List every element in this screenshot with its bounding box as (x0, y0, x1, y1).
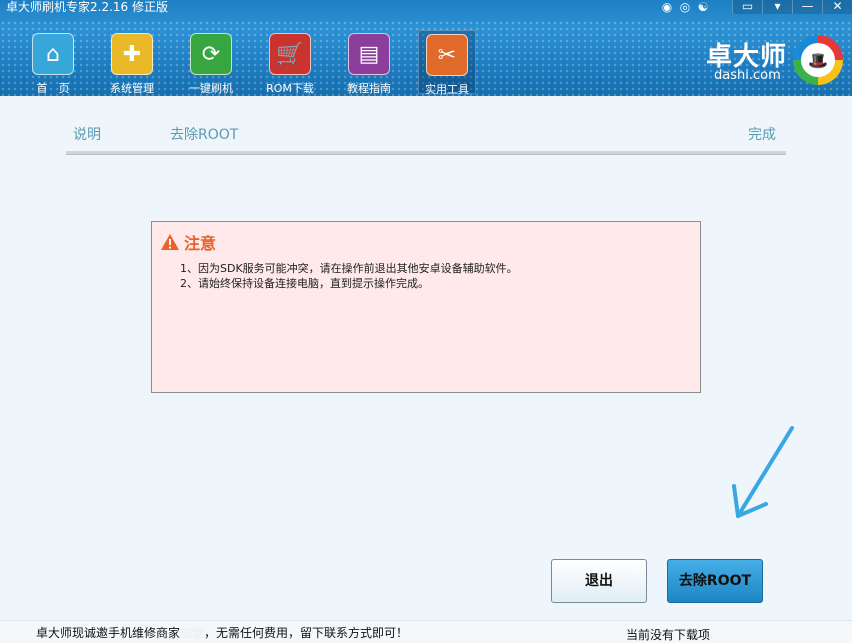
home-icon: ⌂ (32, 33, 74, 75)
nav-item-flash[interactable]: ⟳ 一键刷机 (182, 30, 240, 95)
step-description: 说明 (73, 127, 101, 143)
main-content: 说明 去除ROOT 完成 注意 1、因为SDK服务可能冲突，请在操作前退出其他安… (0, 96, 852, 620)
mascot-hat-icon: 🎩 (801, 43, 835, 77)
minimize-button[interactable]: — (792, 0, 822, 14)
pointer-arrow-icon (732, 426, 794, 518)
notice-title: 注意 (184, 234, 217, 253)
feedback-button[interactable]: ▭ (732, 0, 762, 14)
social-icons: ◉ ◎ ☯ (660, 0, 710, 14)
nav-item-rom[interactable]: 🛒 ROM下载 (261, 30, 319, 95)
nav-item-tools[interactable]: ✂ 实用工具 (418, 30, 476, 96)
notice-line-1: 1、因为SDK服务可能冲突，请在操作前退出其他安卓设备辅助软件。 (180, 262, 518, 275)
exit-button[interactable]: 退出 (551, 559, 647, 603)
status-bar: 卓大师现诚邀手机维修商家加盟，无需任何费用，留下联系方式即可！ 当前没有下载项 (0, 620, 852, 643)
window-controls: ▭ ▾ — ✕ (732, 0, 852, 14)
tools-icon: ✂ (426, 34, 468, 76)
nav-label: 首 页 (36, 82, 70, 95)
nav-label: 系统管理 (110, 82, 154, 95)
window-title: 卓大师刷机专家2.2.16 修正版 (6, 0, 168, 14)
toolbox-icon: ✚ (111, 33, 153, 75)
alliance-icon[interactable]: ◉ (660, 0, 674, 14)
nav-label: 教程指南 (347, 82, 391, 95)
notice-header: 注意 (160, 230, 216, 254)
join-link[interactable]: 加盟 (180, 626, 204, 640)
recruit-message: 卓大师现诚邀手机维修商家加盟，无需任何费用，留下联系方式即可！ (36, 624, 408, 641)
recruit-text-suffix: ，无需任何费用，留下联系方式即可！ (204, 626, 409, 640)
app-header: 卓大师刷机专家2.2.16 修正版 ◉ ◎ ☯ ▭ ▾ — ✕ ⌂ 首 页 ✚ … (0, 0, 852, 96)
notebook-icon: ▤ (348, 33, 390, 75)
qq-icon[interactable]: ◎ (678, 0, 692, 14)
nav-label: 实用工具 (425, 83, 469, 96)
notice-line-2: 2、请始终保持设备连接电脑，直到提示操作完成。 (180, 277, 429, 290)
nav-label: ROM下载 (266, 82, 314, 95)
remove-root-button[interactable]: 去除ROOT (667, 559, 763, 603)
menu-button[interactable]: ▾ (762, 0, 792, 14)
logo-mascot-icon: 🎩 (793, 35, 843, 85)
weibo-icon[interactable]: ☯ (696, 0, 710, 14)
close-button[interactable]: ✕ (822, 0, 852, 14)
nav-item-home[interactable]: ⌂ 首 页 (24, 30, 82, 95)
step-done: 完成 (748, 127, 776, 143)
refresh-icon: ⟳ (190, 33, 232, 75)
step-remove-root: 去除ROOT (170, 127, 239, 143)
recruit-text-prefix: 卓大师现诚邀手机维修商家 (36, 626, 181, 640)
logo-url: dashi.com (714, 68, 781, 83)
nav-label: 一键刷机 (189, 82, 233, 95)
nav-item-guide[interactable]: ▤ 教程指南 (340, 30, 398, 95)
cart-icon: 🛒 (269, 33, 311, 75)
nav-item-system[interactable]: ✚ 系统管理 (103, 30, 161, 95)
notice-box: 注意 1、因为SDK服务可能冲突，请在操作前退出其他安卓设备辅助软件。 2、请始… (151, 221, 701, 393)
download-status: 当前没有下载项 (626, 628, 711, 642)
warning-icon (161, 234, 179, 250)
step-progress-bar (66, 151, 786, 155)
